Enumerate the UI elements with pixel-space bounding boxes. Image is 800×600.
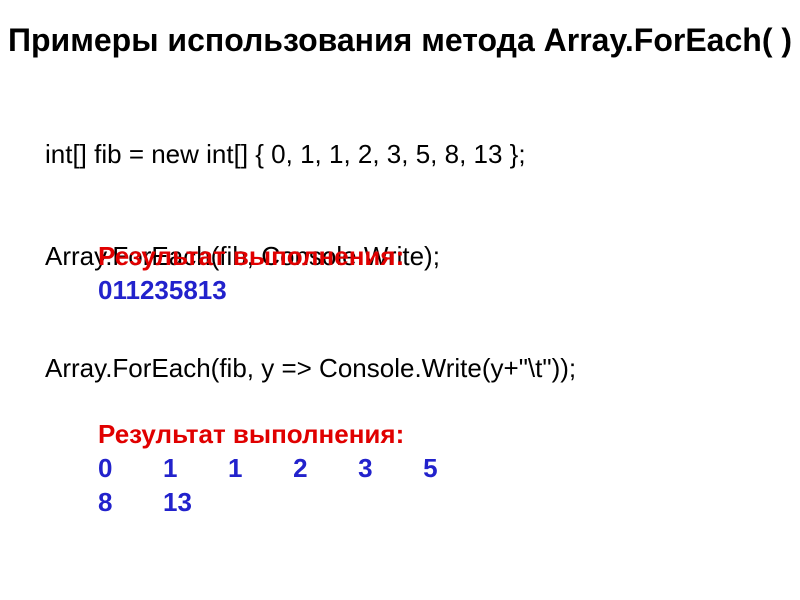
slide: Примеры использования метода Array.ForEa… [0, 0, 800, 600]
slide-title: Примеры использования метода Array.ForEa… [0, 20, 800, 60]
result-block-1: Результат выполнения: 011235813 [98, 240, 755, 308]
result-output-1: 011235813 [98, 274, 755, 308]
result-label-1: Результат выполнения: [98, 240, 755, 274]
result-output-2-line1: 0 1 1 2 3 5 [98, 452, 755, 486]
code-block-1: int[] fib = new int[] { 0, 1, 1, 2, 3, 5… [45, 138, 755, 172]
result-output-2-line2: 8 13 [98, 486, 755, 520]
code-block-3: Array.ForEach(fib, y => Console.Write(y+… [45, 352, 755, 386]
result-label-2: Результат выполнения: [98, 418, 755, 452]
result-block-2: Результат выполнения: 0 1 1 2 3 5 8 13 [98, 418, 755, 519]
